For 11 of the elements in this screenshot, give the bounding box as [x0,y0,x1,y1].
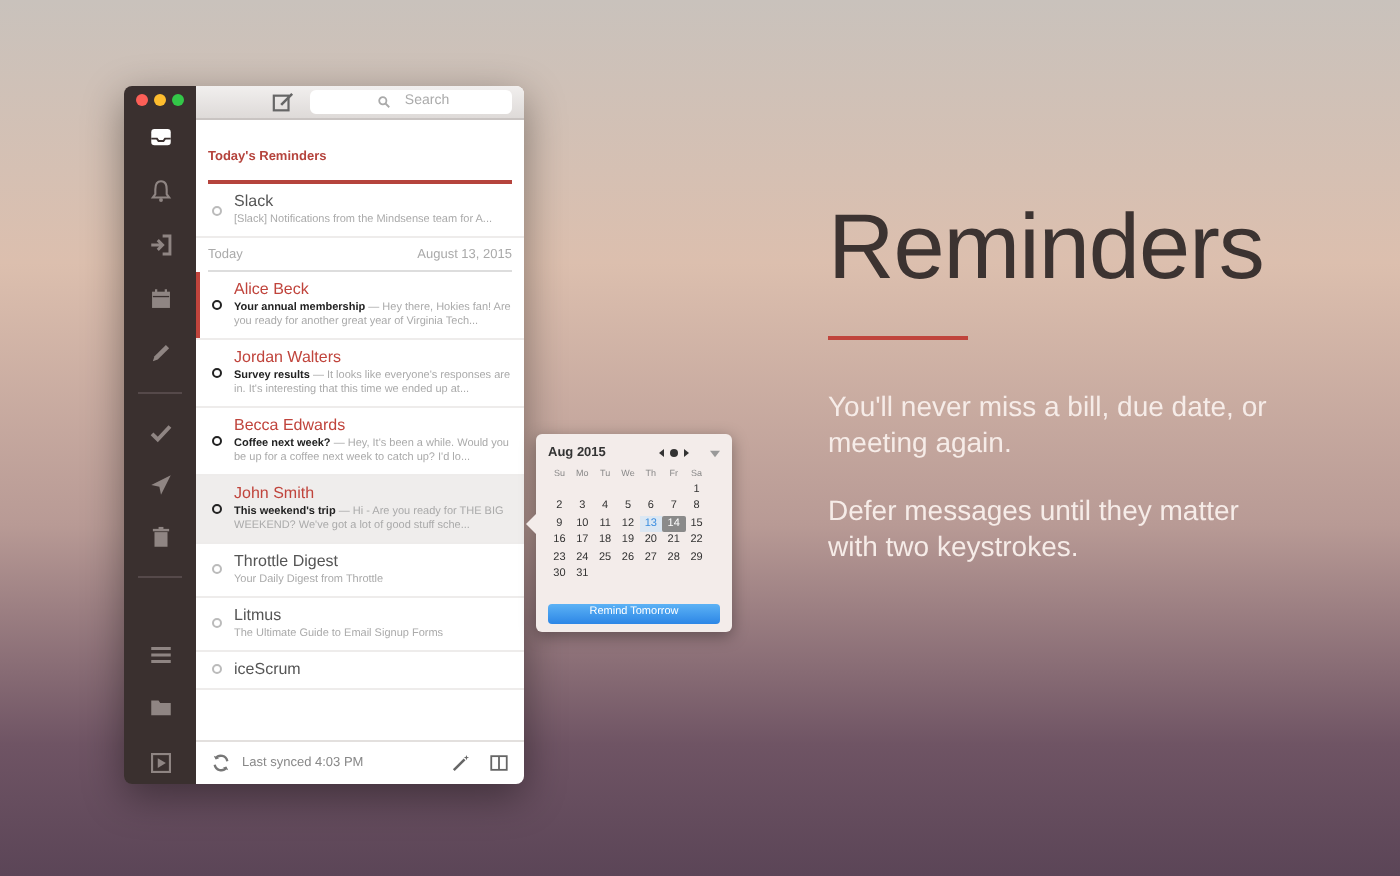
sender-name: Slack [234,192,276,212]
sender-name: Throttle Digest [234,551,341,572]
sender-name: Litmus [234,605,284,626]
sender-name: Alice Beck [234,279,311,300]
sender-name: John Smith [234,483,317,504]
promo-paragraph: Defer messages until they matter with two keystrokes. [828,492,1241,564]
sender-name: iceScrum [234,659,301,680]
sender-name: Becca Edwards [234,415,348,436]
promo-paragraph: You'll never miss a bill, due date, or meeting again. [828,388,1269,460]
promo-title: Reminders [828,200,1266,292]
sender-name: Jordan Walters [234,347,343,368]
